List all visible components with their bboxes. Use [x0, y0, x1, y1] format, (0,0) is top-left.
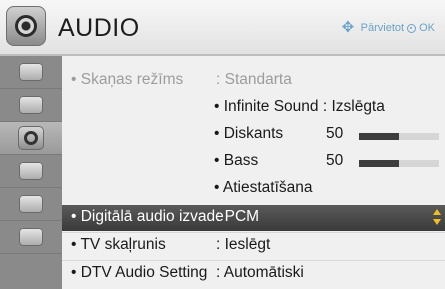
sound-mode-value: : Standarta: [216, 71, 292, 88]
sidebar-item-option[interactable]: [0, 221, 62, 254]
hint-ok-label: OK: [419, 22, 435, 34]
navigation-hint: Pārvietot OK: [342, 18, 435, 36]
category-sidebar: [0, 56, 62, 289]
menu-item-treble[interactable]: • Diskants 50: [62, 122, 445, 148]
tv-speaker-value: : Ieslēgt: [216, 236, 271, 253]
sidebar-item-display[interactable]: [0, 89, 62, 122]
menu-item-tv-speaker[interactable]: • TV skaļrunis : Ieslēgt: [62, 233, 445, 259]
audio-settings-list: • Skaņas režīms : Standarta • Infinite S…: [62, 56, 445, 289]
tv-menu-screen: AUDIO Pārvietot OK • Skaņas režīms : Sta…: [0, 0, 445, 289]
bass-value: 50: [326, 152, 344, 169]
picture-icon: [19, 63, 43, 81]
dpad-arrows-icon: [342, 18, 358, 36]
bass-slider[interactable]: [359, 160, 439, 167]
sidebar-item-lock[interactable]: [0, 188, 62, 221]
sidebar-item-picture[interactable]: [0, 56, 62, 89]
lock-icon: [19, 195, 43, 213]
speaker-icon: [18, 126, 44, 150]
menu-title: AUDIO: [58, 14, 140, 42]
sidebar-item-audio[interactable]: [0, 122, 62, 155]
dtv-audio-value: : Automātiski: [216, 264, 304, 281]
digital-audio-out-value: : PCM: [216, 208, 260, 225]
audio-speaker-icon: [6, 6, 46, 46]
bass-label: • Bass: [214, 152, 259, 169]
clock-icon: [19, 162, 43, 180]
treble-label: • Diskants: [214, 125, 284, 142]
bass-slider-fill: [359, 160, 399, 167]
ok-button-icon: [407, 23, 417, 33]
digital-audio-out-label: • Digitālā audio izvade: [71, 208, 224, 225]
menu-item-bass[interactable]: • Bass 50: [62, 149, 445, 175]
menu-item-infinite-sound[interactable]: • Infinite Sound : Izslēgta: [62, 95, 445, 121]
menu-header: AUDIO Pārvietot OK: [0, 0, 445, 56]
menu-item-reset[interactable]: • Atiestatīšana: [62, 176, 445, 202]
menu-item-dtv-audio[interactable]: • DTV Audio Setting : Automātiski: [62, 261, 445, 287]
treble-value: 50: [326, 125, 344, 142]
monitor-icon: [19, 96, 43, 114]
infinite-sound-text: • Infinite Sound : Izslēgta: [214, 98, 385, 115]
menu-item-digital-audio-out[interactable]: • Digitālā audio izvade : PCM: [62, 205, 445, 231]
option-icon: [19, 228, 43, 246]
tv-speaker-label: • TV skaļrunis: [71, 236, 166, 253]
reset-label: • Atiestatīšana: [214, 179, 313, 196]
dtv-audio-label: • DTV Audio Setting: [71, 264, 208, 281]
up-down-arrows-icon[interactable]: [433, 209, 441, 227]
sound-mode-label: • Skaņas režīms: [71, 71, 184, 88]
sidebar-item-time[interactable]: [0, 155, 62, 188]
hint-move-label: Pārvietot: [360, 22, 405, 34]
menu-item-sound-mode[interactable]: • Skaņas režīms : Standarta: [62, 68, 445, 94]
treble-slider[interactable]: [359, 133, 439, 140]
treble-slider-fill: [359, 133, 399, 140]
